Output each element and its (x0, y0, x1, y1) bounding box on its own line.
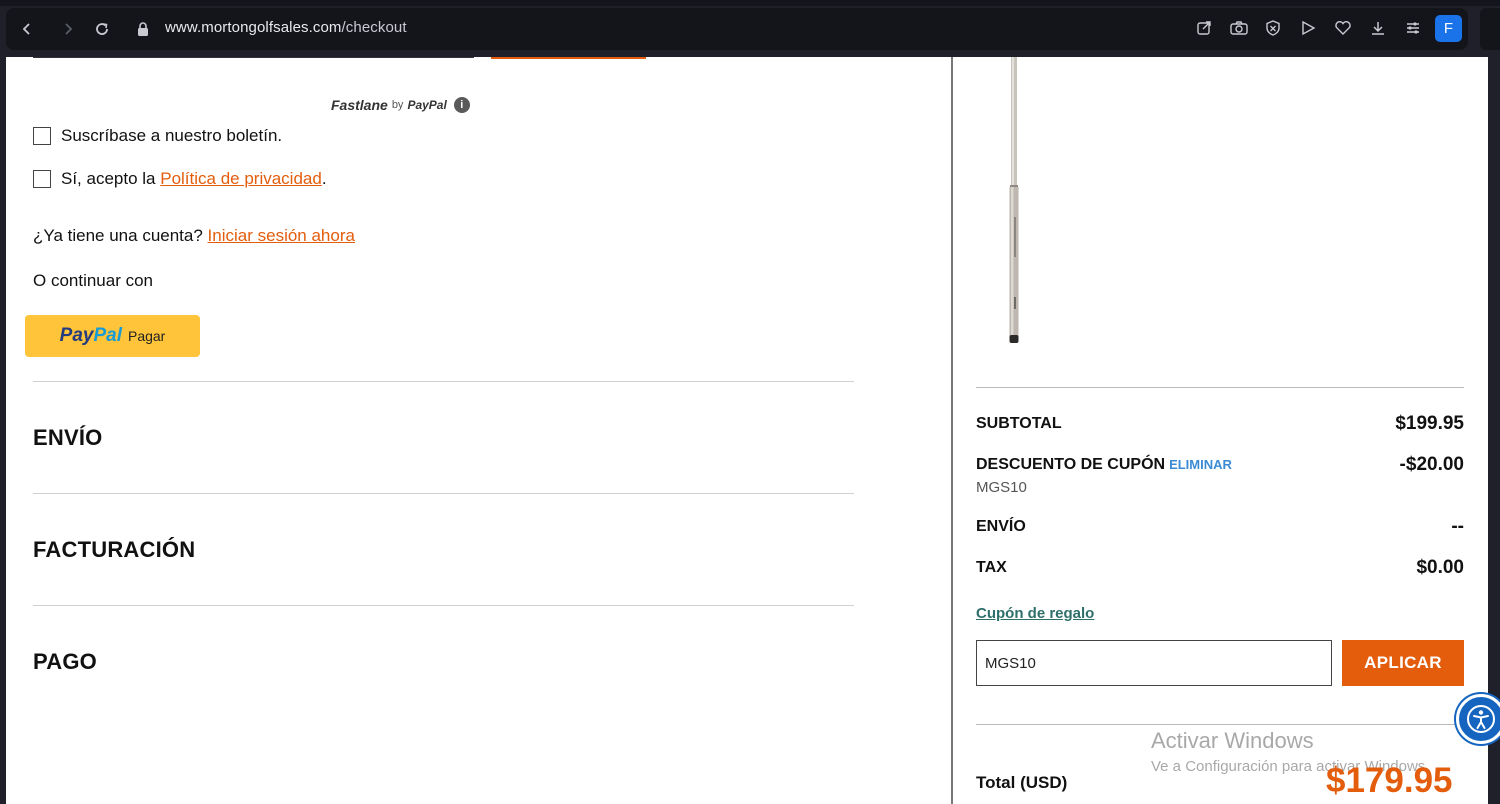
tax-label: TAX (976, 559, 1007, 576)
privacy-suffix: . (321, 169, 327, 188)
coupon-discount-label: DESCUENTO DE CUPÓN (976, 456, 1166, 473)
column-separator (951, 57, 953, 804)
continue-with-label: O continuar con (33, 271, 154, 290)
login-link[interactable]: Iniciar sesión ahora (208, 226, 355, 245)
privacy-prefix: Sí, acepto la (61, 169, 161, 188)
url-text[interactable]: www.mortongolfsales.com/checkout (165, 19, 407, 36)
heart-icon[interactable] (1332, 17, 1354, 39)
fastlane-badge: Fastlane by PayPal i (331, 97, 470, 113)
total-value: $179.95 (1326, 761, 1453, 800)
continue-button-edge[interactable] (491, 57, 646, 59)
reload-icon[interactable] (89, 16, 115, 42)
info-icon[interactable]: i (453, 97, 470, 113)
section-shipping[interactable]: ENVÍO (33, 425, 102, 451)
account-row: ¿Ya tiene una cuenta? Iniciar sesión aho… (33, 226, 355, 246)
url-path: /checkout (341, 19, 407, 36)
applied-coupon-code: MGS10 (976, 479, 1027, 496)
summary-divider (976, 387, 1464, 388)
tax-value: $0.00 (1416, 557, 1464, 578)
menu-icon[interactable] (1402, 17, 1424, 39)
lock-icon[interactable] (130, 16, 156, 42)
back-icon[interactable] (14, 16, 40, 42)
section-divider (33, 493, 854, 494)
tab-strip (0, 0, 1500, 6)
privacy-row: Sí, acepto la Política de privacidad. (33, 169, 327, 189)
accessibility-icon[interactable] (1456, 694, 1500, 744)
email-field-underline (33, 57, 474, 58)
coupon-discount-value: -$20.00 (1399, 454, 1464, 475)
gift-coupon-link[interactable]: Cupón de regalo (976, 605, 1094, 622)
play-icon[interactable] (1297, 17, 1319, 39)
paypal-pagar-label: Pagar (127, 328, 166, 344)
share-icon[interactable] (1193, 17, 1215, 39)
download-icon[interactable] (1367, 17, 1389, 39)
page-scroll-edge (1488, 57, 1500, 804)
paypal-logo: PayPal (60, 325, 122, 347)
fastlane-by: by (391, 99, 404, 111)
apply-coupon-button[interactable]: APLICAR (1342, 640, 1464, 686)
forward-icon[interactable] (55, 16, 81, 42)
url-host: www.mortongolfsales.com (165, 19, 342, 36)
privacy-policy-link[interactable]: Política de privacidad (160, 169, 322, 189)
shield-icon[interactable] (1262, 17, 1284, 39)
profile-avatar[interactable]: F (1435, 15, 1462, 42)
section-billing[interactable]: FACTURACIÓN (33, 537, 195, 563)
section-divider (33, 605, 854, 606)
fastlane-paypal: PayPal (407, 98, 447, 112)
paypal-logo-pay: Pay (59, 325, 94, 346)
remove-coupon-link[interactable]: ELIMINAR (1169, 457, 1232, 472)
section-divider (33, 381, 854, 382)
privacy-checkbox[interactable] (33, 170, 51, 188)
section-payment[interactable]: PAGO (33, 649, 97, 675)
browser-chrome: www.mortongolfsales.com/checkout F (0, 0, 1500, 57)
shipping-label: ENVÍO (976, 518, 1026, 535)
camera-icon[interactable] (1228, 17, 1250, 39)
watermark-title: Activar Windows (1151, 728, 1314, 753)
extension-button[interactable] (1480, 8, 1500, 50)
paypal-button[interactable]: PayPal Pagar (25, 315, 200, 357)
fastlane-brand: Fastlane (331, 97, 388, 113)
checkout-page: Fastlane by PayPal i Suscríbase a nuestr… (6, 57, 1488, 804)
total-label: Total (USD) (976, 773, 1068, 792)
summary-divider (976, 724, 1464, 725)
coupon-discount-row: DESCUENTO DE CUPÓN ELIMINAR (976, 456, 1232, 474)
newsletter-label: Suscríbase a nuestro boletín. (61, 126, 283, 145)
subtotal-value: $199.95 (1395, 413, 1464, 434)
product-image (1009, 57, 1019, 343)
newsletter-row: Suscríbase a nuestro boletín. (33, 126, 282, 146)
newsletter-checkbox[interactable] (33, 127, 51, 145)
coupon-input[interactable] (976, 640, 1332, 686)
paypal-logo-pal: Pal (93, 325, 122, 346)
account-question: ¿Ya tiene una cuenta? (33, 226, 208, 245)
shipping-value: -- (1451, 516, 1464, 537)
subtotal-label: SUBTOTAL (976, 415, 1062, 432)
